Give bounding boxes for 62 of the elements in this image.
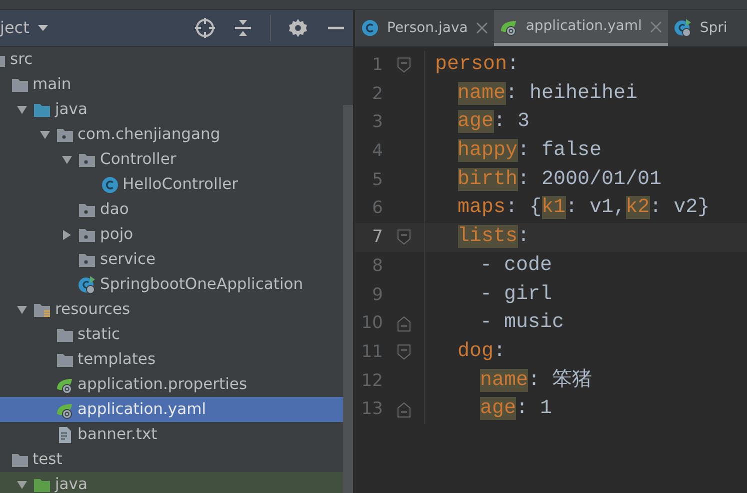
scrollbar[interactable]	[343, 105, 353, 493]
tree-item[interactable]: banner.txt	[0, 422, 345, 447]
fold-icon[interactable]	[396, 57, 410, 74]
class-icon	[361, 19, 379, 37]
tree-item[interactable]: templates	[0, 347, 345, 372]
editor-tab[interactable]: Spri	[668, 10, 734, 46]
tree-item[interactable]: HelloController	[0, 172, 345, 197]
tree-item[interactable]: src	[0, 47, 345, 72]
code-line: - girl	[479, 282, 552, 308]
line-number: 9	[371, 284, 383, 306]
code-line: name: heiheihei	[456, 80, 638, 107]
code-line: name: 笨猪	[479, 368, 592, 394]
collapse-icon[interactable]	[232, 17, 254, 39]
tree-item[interactable]: test	[0, 447, 345, 472]
tree-item[interactable]: SpringbootOneApplication	[0, 272, 345, 297]
code-line: birth: 2000/01/01	[456, 166, 662, 193]
locate-icon[interactable]	[194, 17, 216, 39]
code-line: maps: {k1: v1,k2: v2}	[456, 195, 710, 222]
line-number: 4	[371, 140, 383, 164]
tree-item[interactable]: application.yaml	[0, 397, 345, 422]
dropdown-caret-icon	[37, 24, 50, 32]
tree-item[interactable]: static	[0, 322, 345, 347]
code-line: - music	[479, 310, 564, 336]
fold-icon[interactable]	[396, 344, 410, 360]
code-line: person:	[434, 52, 520, 78]
class-icon	[100, 176, 118, 194]
tree-item[interactable]: main	[0, 72, 345, 97]
code-line: happy: false	[456, 138, 602, 164]
tree-item[interactable]: application.properties	[0, 372, 345, 397]
line-number: 5	[371, 168, 383, 192]
line-number: 13	[360, 398, 383, 422]
line-number: 6	[371, 197, 383, 220]
line-number: 11	[360, 340, 383, 364]
fold-icon[interactable]	[396, 229, 410, 246]
tree-item[interactable]: com.chenjiangang	[0, 122, 345, 147]
close-icon[interactable]	[476, 22, 488, 34]
spring-class-icon	[674, 19, 692, 37]
code-line: dog:	[456, 338, 506, 365]
editor-tab[interactable]: Person.java	[355, 10, 494, 46]
line-number: 8	[371, 254, 383, 278]
tree-item[interactable]: Controller	[0, 147, 345, 172]
tree-item[interactable]: service	[0, 247, 345, 272]
editor-tab[interactable]: application.yaml	[494, 10, 668, 46]
settings-icon[interactable]	[287, 17, 309, 39]
tree-item[interactable]: pojo	[0, 222, 345, 247]
line-number: 12	[360, 370, 383, 393]
line-number: 2	[371, 82, 383, 106]
line-number: 10	[360, 312, 383, 336]
tree-item[interactable]: resources	[0, 297, 345, 322]
tree-item[interactable]: dao	[0, 197, 345, 222]
tree-item[interactable]: java	[0, 472, 345, 493]
line-number: 1	[371, 54, 383, 77]
code-line: age: 1	[479, 396, 552, 422]
code-line: age: 3	[456, 109, 530, 136]
panel-title[interactable]: ject	[0, 16, 30, 40]
fold-end-icon[interactable]	[396, 316, 410, 332]
line-number: 3	[371, 111, 383, 134]
tree-item[interactable]: java	[0, 97, 345, 122]
spring-class-icon	[78, 276, 96, 294]
line-number: 7	[371, 226, 383, 250]
code-line: - code	[479, 252, 552, 279]
fold-end-icon[interactable]	[396, 402, 410, 418]
